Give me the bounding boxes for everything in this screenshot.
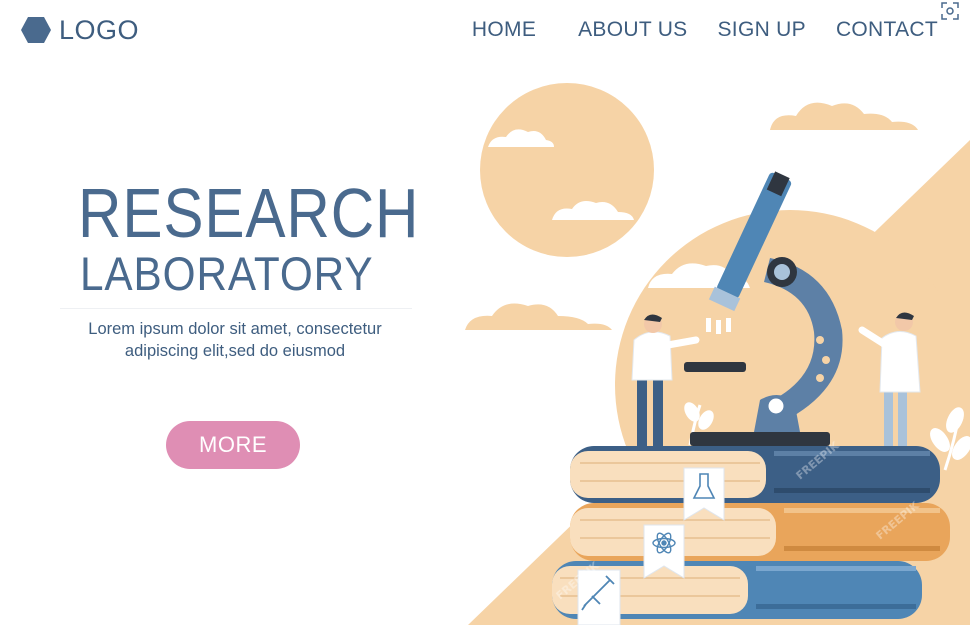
hero-title: RESEARCH — [78, 174, 420, 252]
more-button[interactable]: MORE — [166, 421, 300, 469]
nav-about-us[interactable]: ABOUT US — [578, 18, 687, 42]
nav-sign-up[interactable]: SIGN UP — [718, 18, 806, 42]
sun-circle — [480, 83, 654, 257]
hero-subtitle: LABORATORY — [80, 247, 374, 300]
hexagon-icon — [21, 17, 51, 43]
nav-home[interactable]: HOME — [472, 18, 536, 42]
logo-text: LOGO — [59, 14, 140, 45]
landing-page: LOGO HOME ABOUT US SIGN UP CONTACT RESEA… — [0, 0, 970, 625]
hero-description-line-2: adipiscing elit,sed do eiusmod — [124, 342, 346, 360]
nav-contact[interactable]: CONTACT — [836, 18, 938, 42]
research-illustration: FREEPIK FREEPIK FREEPIK — [465, 83, 970, 625]
hero-description: Lorem ipsum dolor sit amet, consectetur … — [55, 318, 415, 362]
scan-icon[interactable] — [939, 0, 961, 22]
logo[interactable]: LOGO — [20, 14, 139, 46]
hero-description-line-1: Lorem ipsum dolor sit amet, consectetur — [88, 320, 382, 338]
divider — [60, 308, 412, 309]
main-nav: HOME ABOUT US SIGN UP CONTACT — [472, 18, 938, 42]
